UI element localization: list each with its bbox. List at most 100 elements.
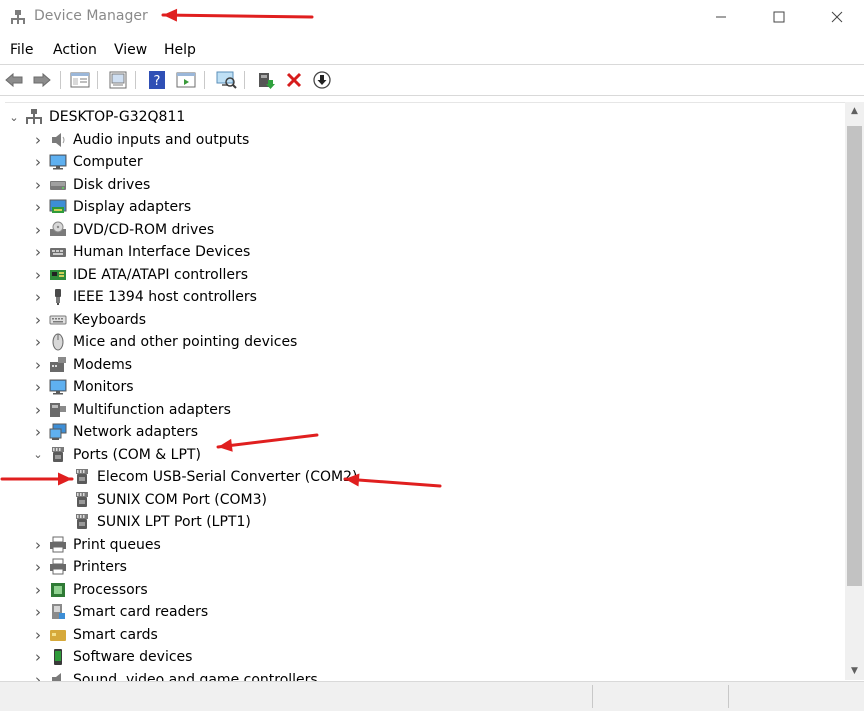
chevron-down-icon[interactable]: ⌄ bbox=[7, 110, 21, 124]
tree-item-label: Print queues bbox=[73, 536, 161, 553]
forward-button[interactable] bbox=[31, 69, 53, 91]
tree-category-item[interactable]: › Keyboards bbox=[31, 309, 146, 331]
chevron-right-icon[interactable]: › bbox=[31, 176, 45, 194]
back-arrow-icon bbox=[5, 72, 23, 88]
tree-item-label: Modems bbox=[73, 356, 133, 373]
tree-item-label: Processors bbox=[73, 581, 148, 598]
chevron-right-icon[interactable]: › bbox=[31, 198, 45, 216]
chevron-right-icon[interactable]: › bbox=[31, 626, 45, 644]
uninstall-device-button[interactable] bbox=[283, 69, 305, 91]
tree-category-item[interactable]: › Smart cards bbox=[31, 624, 158, 646]
tree-item-label: Software devices bbox=[73, 649, 193, 665]
menu-file[interactable]: File bbox=[10, 42, 33, 58]
chevron-right-icon[interactable]: › bbox=[31, 603, 45, 621]
chevron-right-icon[interactable]: › bbox=[31, 333, 45, 351]
chevron-right-icon[interactable]: › bbox=[31, 311, 45, 329]
chevron-right-icon[interactable]: › bbox=[31, 153, 45, 171]
status-divider bbox=[728, 685, 729, 708]
back-button[interactable] bbox=[3, 69, 25, 91]
tree-category-item[interactable]: › Print queues bbox=[31, 534, 161, 556]
chevron-right-icon[interactable]: › bbox=[31, 671, 45, 682]
update-list-button[interactable] bbox=[107, 69, 129, 91]
menu-action[interactable]: Action bbox=[53, 42, 97, 58]
tree-category-item[interactable]: › Smart card readers bbox=[31, 601, 208, 623]
tree-item-label: Computer bbox=[73, 154, 143, 170]
tree-category-item[interactable]: › Modems bbox=[31, 354, 132, 376]
close-icon bbox=[831, 11, 843, 23]
tree-category-item[interactable]: › Audio inputs and outputs bbox=[31, 129, 249, 151]
chevron-right-icon[interactable]: › bbox=[31, 131, 45, 149]
chevron-right-icon[interactable]: › bbox=[31, 378, 45, 396]
device-manager-icon bbox=[11, 10, 25, 24]
menu-bar: File Action View Help bbox=[0, 40, 864, 62]
tree-device-item[interactable]: SUNIX LPT Port (LPT1) bbox=[55, 511, 251, 533]
tree-item-label: Multifunction adapters bbox=[73, 401, 231, 418]
chevron-right-icon[interactable]: › bbox=[31, 648, 45, 666]
tree-category-item[interactable]: › IEEE 1394 host controllers bbox=[31, 286, 257, 308]
chevron-right-icon[interactable]: › bbox=[31, 266, 45, 284]
menu-view[interactable]: View bbox=[114, 42, 147, 58]
monitor-icon bbox=[49, 378, 67, 396]
tree-category-item[interactable]: › IDE ATA/ATAPI controllers bbox=[31, 264, 248, 286]
multifunction-icon bbox=[49, 401, 67, 419]
tree-category-item[interactable]: › Processors bbox=[31, 579, 148, 601]
keyboard-icon bbox=[49, 311, 67, 329]
vertical-scrollbar[interactable]: ▲ ▼ bbox=[845, 102, 864, 680]
tree-device-item[interactable]: Elecom USB-Serial Converter (COM2) bbox=[55, 466, 357, 488]
tree-category-item[interactable]: › Human Interface Devices bbox=[31, 241, 250, 263]
update-driver-button[interactable] bbox=[255, 69, 277, 91]
tree-item-label: Mice and other pointing devices bbox=[73, 334, 298, 350]
port-icon bbox=[73, 491, 91, 509]
maximize-button[interactable] bbox=[756, 0, 802, 34]
action-pane-button[interactable] bbox=[175, 69, 197, 91]
chevron-right-icon[interactable]: › bbox=[31, 288, 45, 306]
tree-category-item[interactable]: › Sound, video and game controllers bbox=[31, 669, 318, 682]
chevron-right-icon[interactable]: › bbox=[31, 221, 45, 239]
tree-category-item[interactable]: › DVD/CD-ROM drives bbox=[31, 219, 214, 241]
chevron-right-icon[interactable]: › bbox=[31, 581, 45, 599]
tree-category-item[interactable]: › Computer bbox=[31, 151, 143, 173]
display-adapter-icon bbox=[49, 198, 67, 216]
tree-device-item[interactable]: SUNIX COM Port (COM3) bbox=[55, 489, 267, 511]
scroll-up-button[interactable]: ▲ bbox=[845, 102, 864, 120]
tree-root-computer[interactable]: ⌄ DESKTOP-G32Q811 bbox=[7, 106, 185, 128]
smart-card-reader-icon bbox=[49, 603, 67, 621]
tree-item-label: Elecom USB-Serial Converter (COM2) bbox=[97, 469, 358, 485]
tree-category-item[interactable]: › Disk drives bbox=[31, 174, 150, 196]
toolbar-separator bbox=[135, 71, 136, 89]
tree-category-item[interactable]: › Multifunction adapters bbox=[31, 399, 231, 421]
status-bar bbox=[0, 681, 864, 711]
chevron-right-icon[interactable]: › bbox=[31, 401, 45, 419]
tree-category-item[interactable]: › Mice and other pointing devices bbox=[31, 331, 297, 353]
tree-item-label: Display adapters bbox=[73, 199, 192, 215]
close-button[interactable] bbox=[814, 0, 860, 34]
chevron-right-icon[interactable]: › bbox=[31, 558, 45, 576]
tree-item-label: Smart card readers bbox=[73, 604, 209, 620]
mouse-icon bbox=[49, 333, 67, 351]
processor-icon bbox=[49, 581, 67, 599]
tree-category-item[interactable]: › Software devices bbox=[31, 646, 192, 668]
scrollbar-thumb[interactable] bbox=[847, 126, 862, 586]
scan-hardware-button[interactable] bbox=[215, 69, 237, 91]
scroll-down-button[interactable]: ▼ bbox=[845, 662, 864, 680]
chevron-right-icon[interactable]: › bbox=[31, 536, 45, 554]
minimize-button[interactable] bbox=[698, 0, 744, 34]
maximize-icon bbox=[773, 11, 785, 23]
show-hide-console-tree-button[interactable] bbox=[69, 69, 91, 91]
tree-item-label: Ports (COM & LPT) bbox=[73, 446, 201, 463]
chevron-right-icon[interactable]: › bbox=[31, 243, 45, 261]
tree-category-item[interactable]: › Printers bbox=[31, 556, 127, 578]
tree-category-item[interactable]: › Network adapters bbox=[31, 421, 198, 443]
chevron-right-icon[interactable]: › bbox=[31, 356, 45, 374]
chevron-down-icon[interactable]: ⌄ bbox=[31, 448, 45, 462]
sound-controller-icon bbox=[49, 671, 67, 681]
tree-category-item[interactable]: › Monitors bbox=[31, 376, 134, 398]
toolbar-separator bbox=[244, 71, 245, 89]
disable-device-button[interactable] bbox=[311, 69, 333, 91]
help-button[interactable]: ? bbox=[146, 69, 168, 91]
tree-item-label: Audio inputs and outputs bbox=[73, 131, 250, 148]
tree-category-item[interactable]: ⌄ Ports (COM & LPT) bbox=[31, 444, 201, 466]
menu-help[interactable]: Help bbox=[164, 42, 196, 58]
chevron-right-icon[interactable]: › bbox=[31, 423, 45, 441]
tree-category-item[interactable]: › Display adapters bbox=[31, 196, 191, 218]
